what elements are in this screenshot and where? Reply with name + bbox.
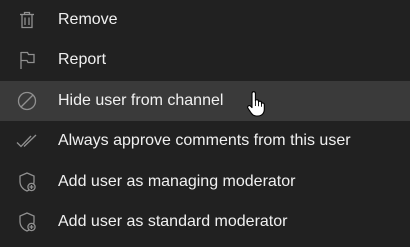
- menu-item-label: Remove: [58, 11, 118, 28]
- menu-item-remove[interactable]: Remove: [0, 0, 410, 40]
- menu-item-add-managing-moderator[interactable]: Add user as managing moderator: [0, 162, 410, 202]
- menu-item-label: Report: [58, 51, 107, 68]
- menu-item-report[interactable]: Report: [0, 40, 410, 80]
- flag-icon: [15, 48, 39, 72]
- menu-item-add-standard-moderator[interactable]: Add user as standard moderator: [0, 202, 410, 242]
- menu-item-label: Add user as managing moderator: [58, 173, 296, 190]
- shield-add-icon: [15, 210, 39, 234]
- shield-add-icon: [15, 170, 39, 194]
- block-icon: [15, 89, 39, 113]
- trash-icon: [15, 8, 39, 32]
- menu-item-always-approve[interactable]: Always approve comments from this user: [0, 121, 410, 161]
- menu-item-label: Add user as standard moderator: [58, 213, 288, 230]
- menu-item-hide-user[interactable]: Hide user from channel: [0, 81, 410, 121]
- double-check-icon: [15, 129, 39, 153]
- context-menu: Remove Report Hide user from channel Alw…: [0, 0, 410, 247]
- menu-item-label: Always approve comments from this user: [58, 132, 351, 149]
- menu-item-label: Hide user from channel: [58, 92, 224, 109]
